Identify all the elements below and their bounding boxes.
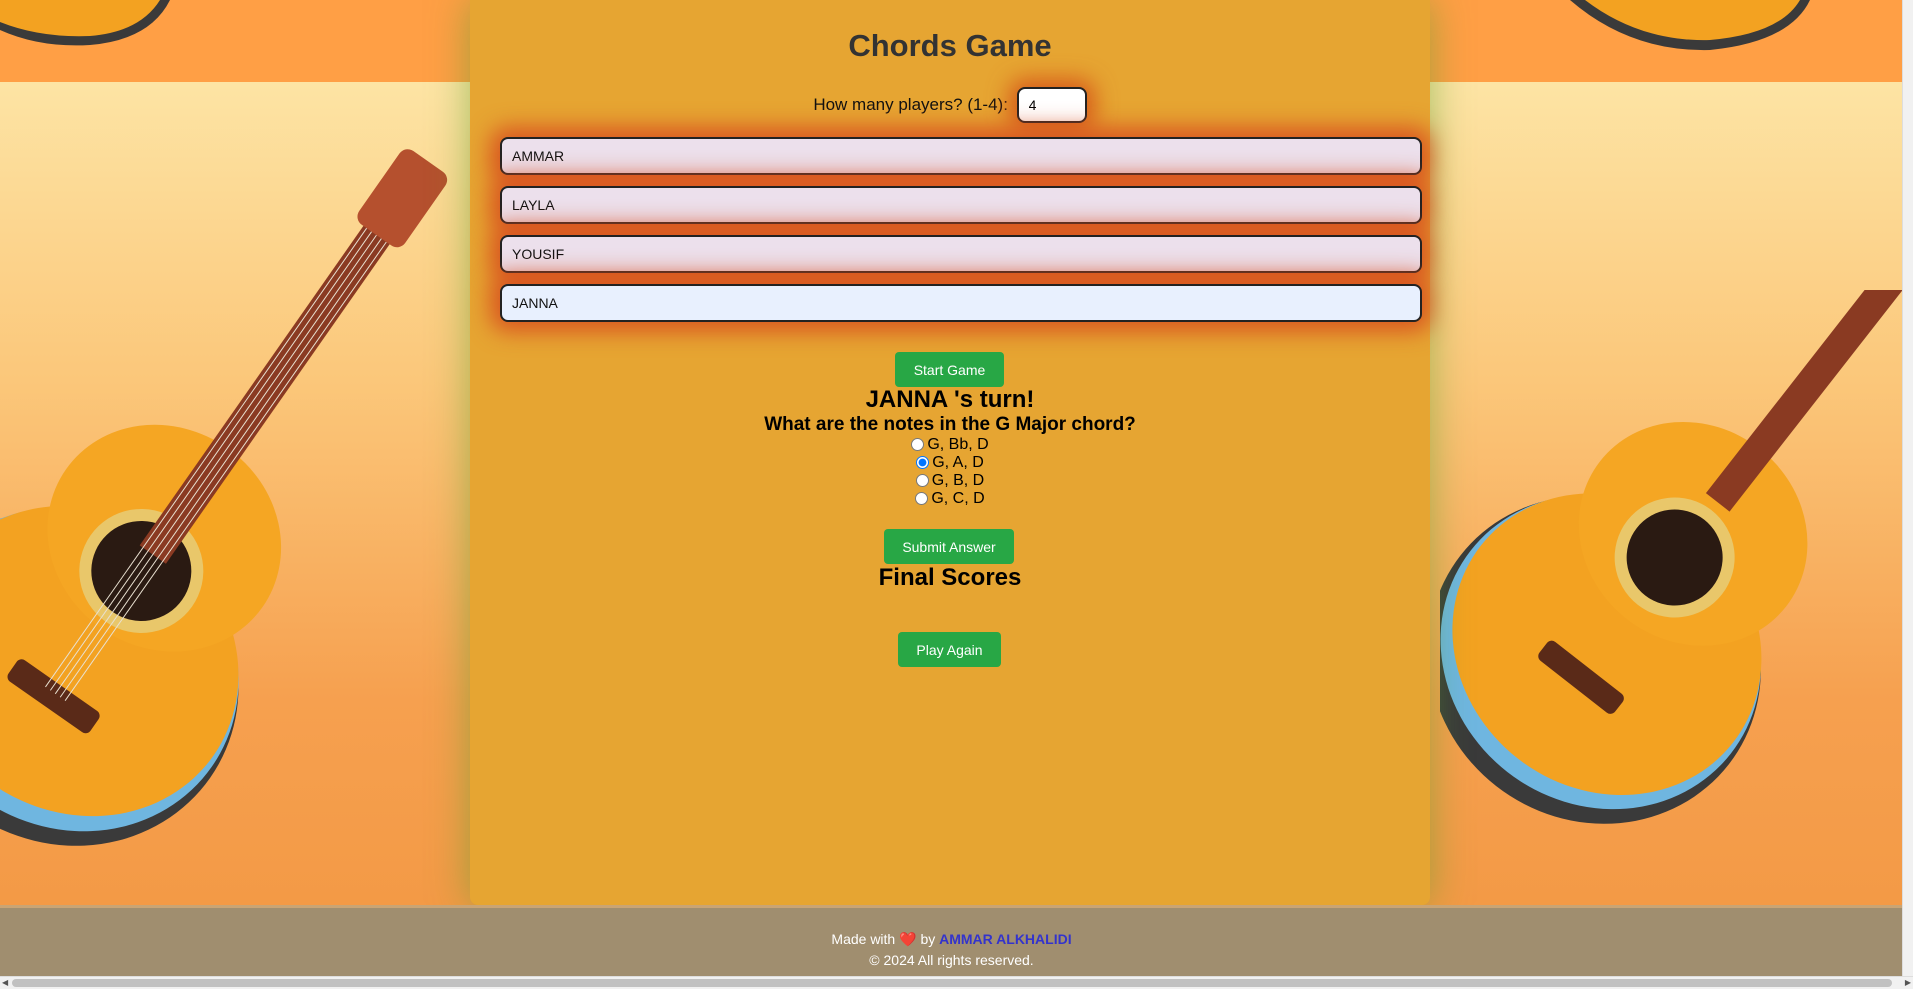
scroll-right-arrow-icon[interactable]: ▶ — [1905, 978, 1911, 987]
scroll-left-arrow-icon[interactable]: ◀ — [2, 978, 8, 987]
answer-options: G, Bb, D G, A, D G, B, D G, C, D — [470, 436, 1430, 508]
right-guitar-illustration — [1440, 290, 1913, 824]
page-footer: Made with ❤️ by AMMAR ALKHALIDI © 2024 A… — [0, 905, 1903, 980]
answer-label-3: G, B, D — [931, 472, 985, 489]
game-panel: Chords Game How many players? (1-4): Sta… — [470, 0, 1430, 905]
question-text: What are the notes in the G Major chord? — [764, 414, 1136, 435]
author-link[interactable]: AMMAR ALKHALIDI — [939, 931, 1071, 947]
answer-label-1: G, Bb, D — [927, 436, 989, 453]
top-left-guitar-fragment — [0, 0, 170, 46]
footer-made-with: Made with — [831, 931, 896, 947]
play-again-button[interactable]: Play Again — [898, 632, 1001, 667]
footer-credit: Made with ❤️ by AMMAR ALKHALIDI — [0, 931, 1903, 948]
player-name-input-1[interactable] — [500, 137, 1422, 175]
answer-radio-2[interactable] — [916, 456, 930, 470]
answer-option[interactable]: G, C, D — [470, 490, 1430, 508]
submit-answer-button[interactable]: Submit Answer — [884, 529, 1014, 564]
horizontal-scrollbar-thumb[interactable] — [12, 979, 1892, 987]
left-guitar-illustration — [0, 149, 448, 846]
player-name-input-3[interactable] — [500, 235, 1422, 273]
turn-heading: JANNA 's turn! — [865, 386, 1035, 413]
answer-option[interactable]: G, Bb, D — [470, 436, 1430, 454]
top-right-guitar-fragment — [1570, 0, 1810, 51]
footer-by: by — [920, 931, 936, 947]
heart-icon: ❤️ — [899, 931, 917, 947]
answer-radio-3[interactable] — [915, 474, 929, 488]
answer-label-2: G, A, D — [932, 454, 984, 471]
answer-radio-4[interactable] — [915, 492, 929, 506]
answer-label-4: G, C, D — [931, 490, 985, 507]
page-title: Chords Game — [848, 28, 1052, 63]
horizontal-scrollbar[interactable]: ◀ ▶ — [0, 976, 1913, 989]
players-count-input[interactable] — [1016, 87, 1087, 123]
players-count-row: How many players? (1-4): — [470, 87, 1430, 123]
footer-copyright: © 2024 All rights reserved. — [869, 952, 1034, 968]
players-count-label: How many players? (1-4): — [813, 95, 1008, 114]
final-scores-heading: Final Scores — [878, 564, 1022, 591]
answer-option[interactable]: G, A, D — [470, 454, 1430, 472]
answer-option[interactable]: G, B, D — [470, 472, 1430, 490]
start-game-button[interactable]: Start Game — [895, 352, 1004, 387]
player-name-input-4[interactable] — [500, 284, 1422, 322]
vertical-scrollbar[interactable] — [1902, 0, 1913, 977]
player-name-input-2[interactable] — [500, 186, 1422, 224]
answer-radio-1[interactable] — [911, 438, 925, 452]
